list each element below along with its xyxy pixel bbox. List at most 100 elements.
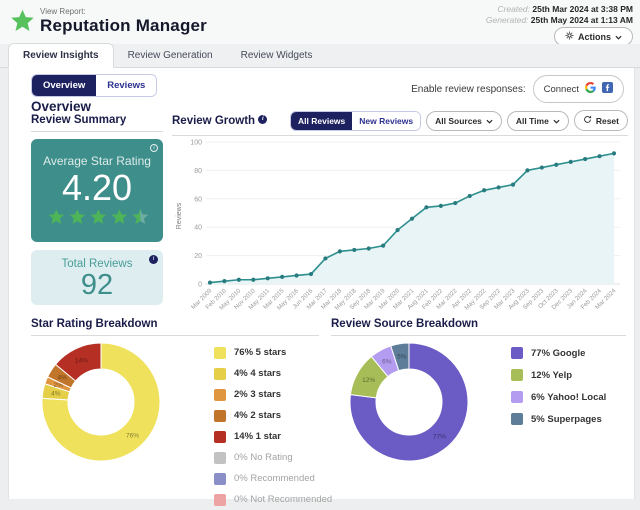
reputation-manager-page: View Report: Reputation Manager Created:… [0,0,640,506]
legend-swatch [511,391,523,403]
average-star-rating-label: Average Star Rating [43,154,151,168]
info-icon[interactable]: i [149,255,158,264]
chevron-down-icon [486,116,493,126]
overview-toggle-button[interactable]: Overview [32,75,97,96]
svg-text:14%: 14% [75,357,88,364]
svg-text:80: 80 [194,168,202,175]
legend-label: 76% 5 stars [234,347,287,358]
reset-button[interactable]: Reset [573,110,628,131]
legend-label: 4% 4 stars [234,368,282,379]
legend-swatch [511,347,523,359]
new-reviews-button[interactable]: New Reviews [352,111,421,130]
svg-text:0: 0 [198,282,202,289]
legend-swatch [214,430,226,443]
overview-heading: Overview [31,99,92,114]
legend-item-3-stars: 2% 3 stars [214,384,332,405]
review-source-breakdown-heading: Review Source Breakdown [331,318,626,336]
generated-value: 25th May 2024 at 1:13 AM [530,15,633,25]
legend-item-5-stars: 76% 5 stars [214,342,332,363]
svg-text:76%: 76% [126,433,139,440]
svg-text:12%: 12% [362,377,375,384]
legend-item-not-recommended: 0% Not Recommended [214,489,332,510]
legend-item-recommended: 0% Recommended [214,468,332,489]
review-growth-section: Review Growth i All Reviews New Reviews … [172,110,628,321]
legend-swatch [214,472,226,485]
legend-item-yahoo-local: 6% Yahoo! Local [511,386,606,408]
average-star-rating-card: i Average Star Rating 4.20 [31,139,163,242]
star-rating-legend: 76% 5 stars 4% 4 stars 2% 3 stars 4% 2 star… [214,342,332,510]
generated-label: Generated: [485,15,529,25]
donut-chart-svg: 77% 12% 6% 5% [349,342,469,462]
total-reviews-card: i Total Reviews 92 [31,250,163,305]
tab-review-generation[interactable]: Review Generation [114,44,227,67]
legend-label: 4% 2 stars [234,410,282,421]
review-growth-chart[interactable]: 0 20 40 60 80 100 Reviews Mar 2009 Feb 2010 May 2… [172,138,628,321]
svg-text:100: 100 [190,140,202,147]
svg-text:6%: 6% [382,359,392,366]
legend-swatch [511,369,523,381]
legend-item-superpages: 5% Superpages [511,408,606,430]
star-rating-breakdown-section: Star Rating Breakdown 76% 4% 2% 4% 14% 76% 5… [31,318,332,506]
review-summary-heading: Review Summary [31,114,163,132]
legend-item-no-rating: 0% No Rating [214,447,332,468]
review-source-donut-chart[interactable]: 77% 12% 6% 5% [345,338,473,471]
connect-button-label: Connect [543,83,579,95]
page-title: Reputation Manager [40,16,208,35]
star-rating-stars [31,208,163,232]
svg-text:40: 40 [194,225,202,232]
svg-text:5%: 5% [397,354,407,361]
svg-text:77%: 77% [433,434,446,441]
gear-icon [565,31,574,42]
svg-text:Reviews: Reviews [176,202,183,229]
legend-label: 6% Yahoo! Local [531,391,607,403]
tab-review-widgets[interactable]: Review Widgets [227,44,327,67]
growth-controls: All Reviews New Reviews All Sources All … [290,110,628,131]
legend-swatch [511,413,523,425]
connect-button[interactable]: Connect [532,75,624,103]
legend-swatch [214,409,226,422]
total-reviews-value: 92 [80,269,114,301]
tab-review-insights[interactable]: Review Insights [8,43,114,68]
report-header: View Report: Reputation Manager Created:… [0,0,640,46]
review-summary-section: Review Summary i Average Star Rating 4.2… [31,114,163,305]
all-time-dropdown[interactable]: All Time [506,110,569,131]
legend-label: 0% No Rating [234,452,293,463]
actions-button-label: Actions [577,31,611,42]
svg-text:4%: 4% [51,390,61,397]
review-growth-heading: Review Growth i [172,114,268,127]
star-rating-donut-chart[interactable]: 76% 4% 2% 4% 14% [37,338,165,471]
legend-label: 14% 1 star [234,431,282,442]
info-icon[interactable]: i [258,114,268,124]
svg-text:60: 60 [194,196,202,203]
legend-swatch [214,388,226,401]
donut-chart-svg: 76%4%2%4%14% [41,342,161,462]
chevron-down-icon [553,116,560,126]
svg-text:4%: 4% [57,374,67,381]
legend-swatch [214,451,226,464]
all-sources-dropdown[interactable]: All Sources [426,110,502,131]
created-value: 25th Mar 2024 at 3:38 PM [532,4,633,14]
google-icon [585,80,596,98]
enable-review-responses: Enable review responses: Connect [411,75,624,103]
legend-item-4-stars: 4% 4 stars [214,363,332,384]
legend-item-2-stars: 4% 2 stars [214,405,332,426]
facebook-icon [602,80,613,98]
info-icon[interactable]: i [150,144,158,152]
green-star-logo-icon [9,8,36,40]
legend-swatch [214,346,226,359]
legend-label: 12% Yelp [531,369,573,381]
line-chart-svg: 020406080100ReviewsMar 2009Feb 2010May 2… [176,140,620,312]
legend-label: 0% Not Recommended [234,494,333,505]
legend-item-google: 77% Google [511,342,606,364]
legend-label: 0% Recommended [234,473,315,484]
main-tabs: Review Insights Review Generation Review… [0,43,640,68]
all-reviews-button[interactable]: All Reviews [291,111,353,130]
legend-item-1-star: 14% 1 star [214,426,332,447]
chevron-down-icon [615,32,622,42]
average-star-rating-value: 4.20 [61,167,133,208]
created-label: Created: [497,4,530,14]
reviews-toggle-button[interactable]: Reviews [96,75,157,96]
overview-reviews-toggle: Overview Reviews [31,74,158,97]
review-source-breakdown-section: Review Source Breakdown 77% 12% 6% 5% 77% G… [331,318,626,462]
enable-review-responses-label: Enable review responses: [411,83,526,95]
